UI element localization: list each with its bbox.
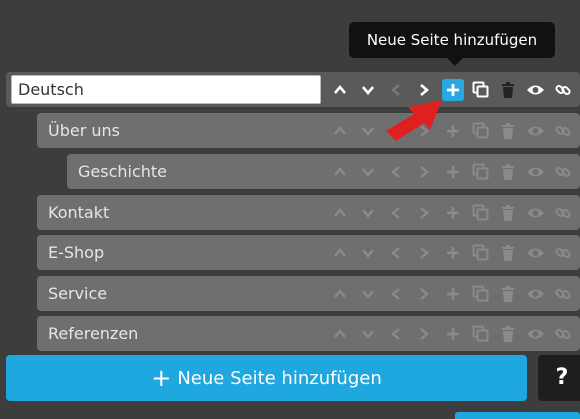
chevron-down-icon[interactable] — [357, 72, 379, 107]
copy-icon[interactable] — [469, 276, 491, 311]
chevron-down-icon[interactable] — [357, 235, 379, 270]
plus-icon[interactable] — [442, 195, 464, 230]
row-toolbar — [6, 72, 580, 107]
link-icon[interactable] — [552, 72, 574, 107]
chevron-right-icon[interactable] — [413, 154, 435, 189]
chevron-up-icon[interactable] — [329, 72, 351, 107]
link-icon[interactable] — [552, 235, 574, 270]
page-row-label: Kontakt — [48, 203, 110, 222]
eye-icon[interactable] — [524, 72, 546, 107]
plus-icon[interactable] — [442, 276, 464, 311]
eye-icon[interactable] — [524, 113, 546, 148]
bottom-strip — [455, 412, 580, 419]
plus-icon[interactable] — [442, 235, 464, 270]
chevron-right-icon[interactable] — [413, 316, 435, 351]
link-icon[interactable] — [552, 276, 574, 311]
page-row[interactable]: Referenzen — [37, 316, 580, 351]
trash-icon[interactable] — [497, 72, 519, 107]
page-row-label: Geschichte — [78, 162, 168, 181]
plus-icon[interactable] — [442, 316, 464, 351]
page-row-label: E-Shop — [48, 243, 105, 262]
eye-icon[interactable] — [524, 195, 546, 230]
chevron-down-icon[interactable] — [357, 113, 379, 148]
page-row[interactable]: Kontakt — [37, 195, 580, 230]
copy-icon[interactable] — [469, 113, 491, 148]
chevron-up-icon[interactable] — [329, 316, 351, 351]
eye-icon[interactable] — [524, 235, 546, 270]
chevron-down-icon[interactable] — [357, 276, 379, 311]
help-button[interactable]: ? — [538, 355, 580, 401]
chevron-right-icon[interactable] — [413, 276, 435, 311]
eye-icon[interactable] — [524, 316, 546, 351]
chevron-left-icon[interactable] — [385, 276, 407, 311]
page-row-root — [6, 72, 580, 107]
page-row[interactable]: Über uns — [37, 113, 580, 148]
chevron-down-icon[interactable] — [357, 316, 379, 351]
copy-icon[interactable] — [469, 195, 491, 230]
copy-icon[interactable] — [469, 235, 491, 270]
trash-icon[interactable] — [497, 154, 519, 189]
link-icon[interactable] — [552, 154, 574, 189]
page-row-label: Service — [48, 284, 108, 303]
page-row[interactable]: Geschichte — [67, 154, 580, 189]
plus-icon: + — [151, 364, 172, 392]
add-page-label: Neue Seite hinzufügen — [177, 368, 382, 389]
chevron-up-icon[interactable] — [329, 195, 351, 230]
chevron-down-icon[interactable] — [357, 195, 379, 230]
page-row-label: Referenzen — [48, 324, 139, 343]
page-row[interactable]: Service — [37, 276, 580, 311]
copy-icon[interactable] — [469, 154, 491, 189]
eye-icon[interactable] — [524, 154, 546, 189]
chevron-up-icon[interactable] — [329, 113, 351, 148]
copy-icon[interactable] — [469, 316, 491, 351]
chevron-down-icon[interactable] — [357, 154, 379, 189]
trash-icon[interactable] — [497, 113, 519, 148]
trash-icon[interactable] — [497, 195, 519, 230]
page-row[interactable]: E-Shop — [37, 235, 580, 270]
chevron-right-icon[interactable] — [413, 235, 435, 270]
tooltip: Neue Seite hinzufügen — [349, 22, 555, 66]
plus-icon[interactable] — [442, 154, 464, 189]
chevron-up-icon[interactable] — [329, 276, 351, 311]
trash-icon[interactable] — [497, 276, 519, 311]
trash-icon[interactable] — [497, 316, 519, 351]
link-icon[interactable] — [552, 195, 574, 230]
eye-icon[interactable] — [524, 276, 546, 311]
red-arrow-icon — [386, 100, 442, 141]
link-icon[interactable] — [552, 316, 574, 351]
link-icon[interactable] — [552, 113, 574, 148]
page-row-label: Über uns — [48, 121, 120, 140]
chevron-up-icon[interactable] — [329, 154, 351, 189]
copy-icon[interactable] — [469, 72, 491, 107]
trash-icon[interactable] — [497, 235, 519, 270]
chevron-left-icon[interactable] — [385, 195, 407, 230]
chevron-left-icon[interactable] — [385, 316, 407, 351]
chevron-up-icon[interactable] — [329, 235, 351, 270]
chevron-right-icon[interactable] — [413, 195, 435, 230]
chevron-left-icon[interactable] — [385, 154, 407, 189]
chevron-left-icon[interactable] — [385, 235, 407, 270]
add-page-button[interactable]: + Neue Seite hinzufügen — [6, 355, 527, 401]
